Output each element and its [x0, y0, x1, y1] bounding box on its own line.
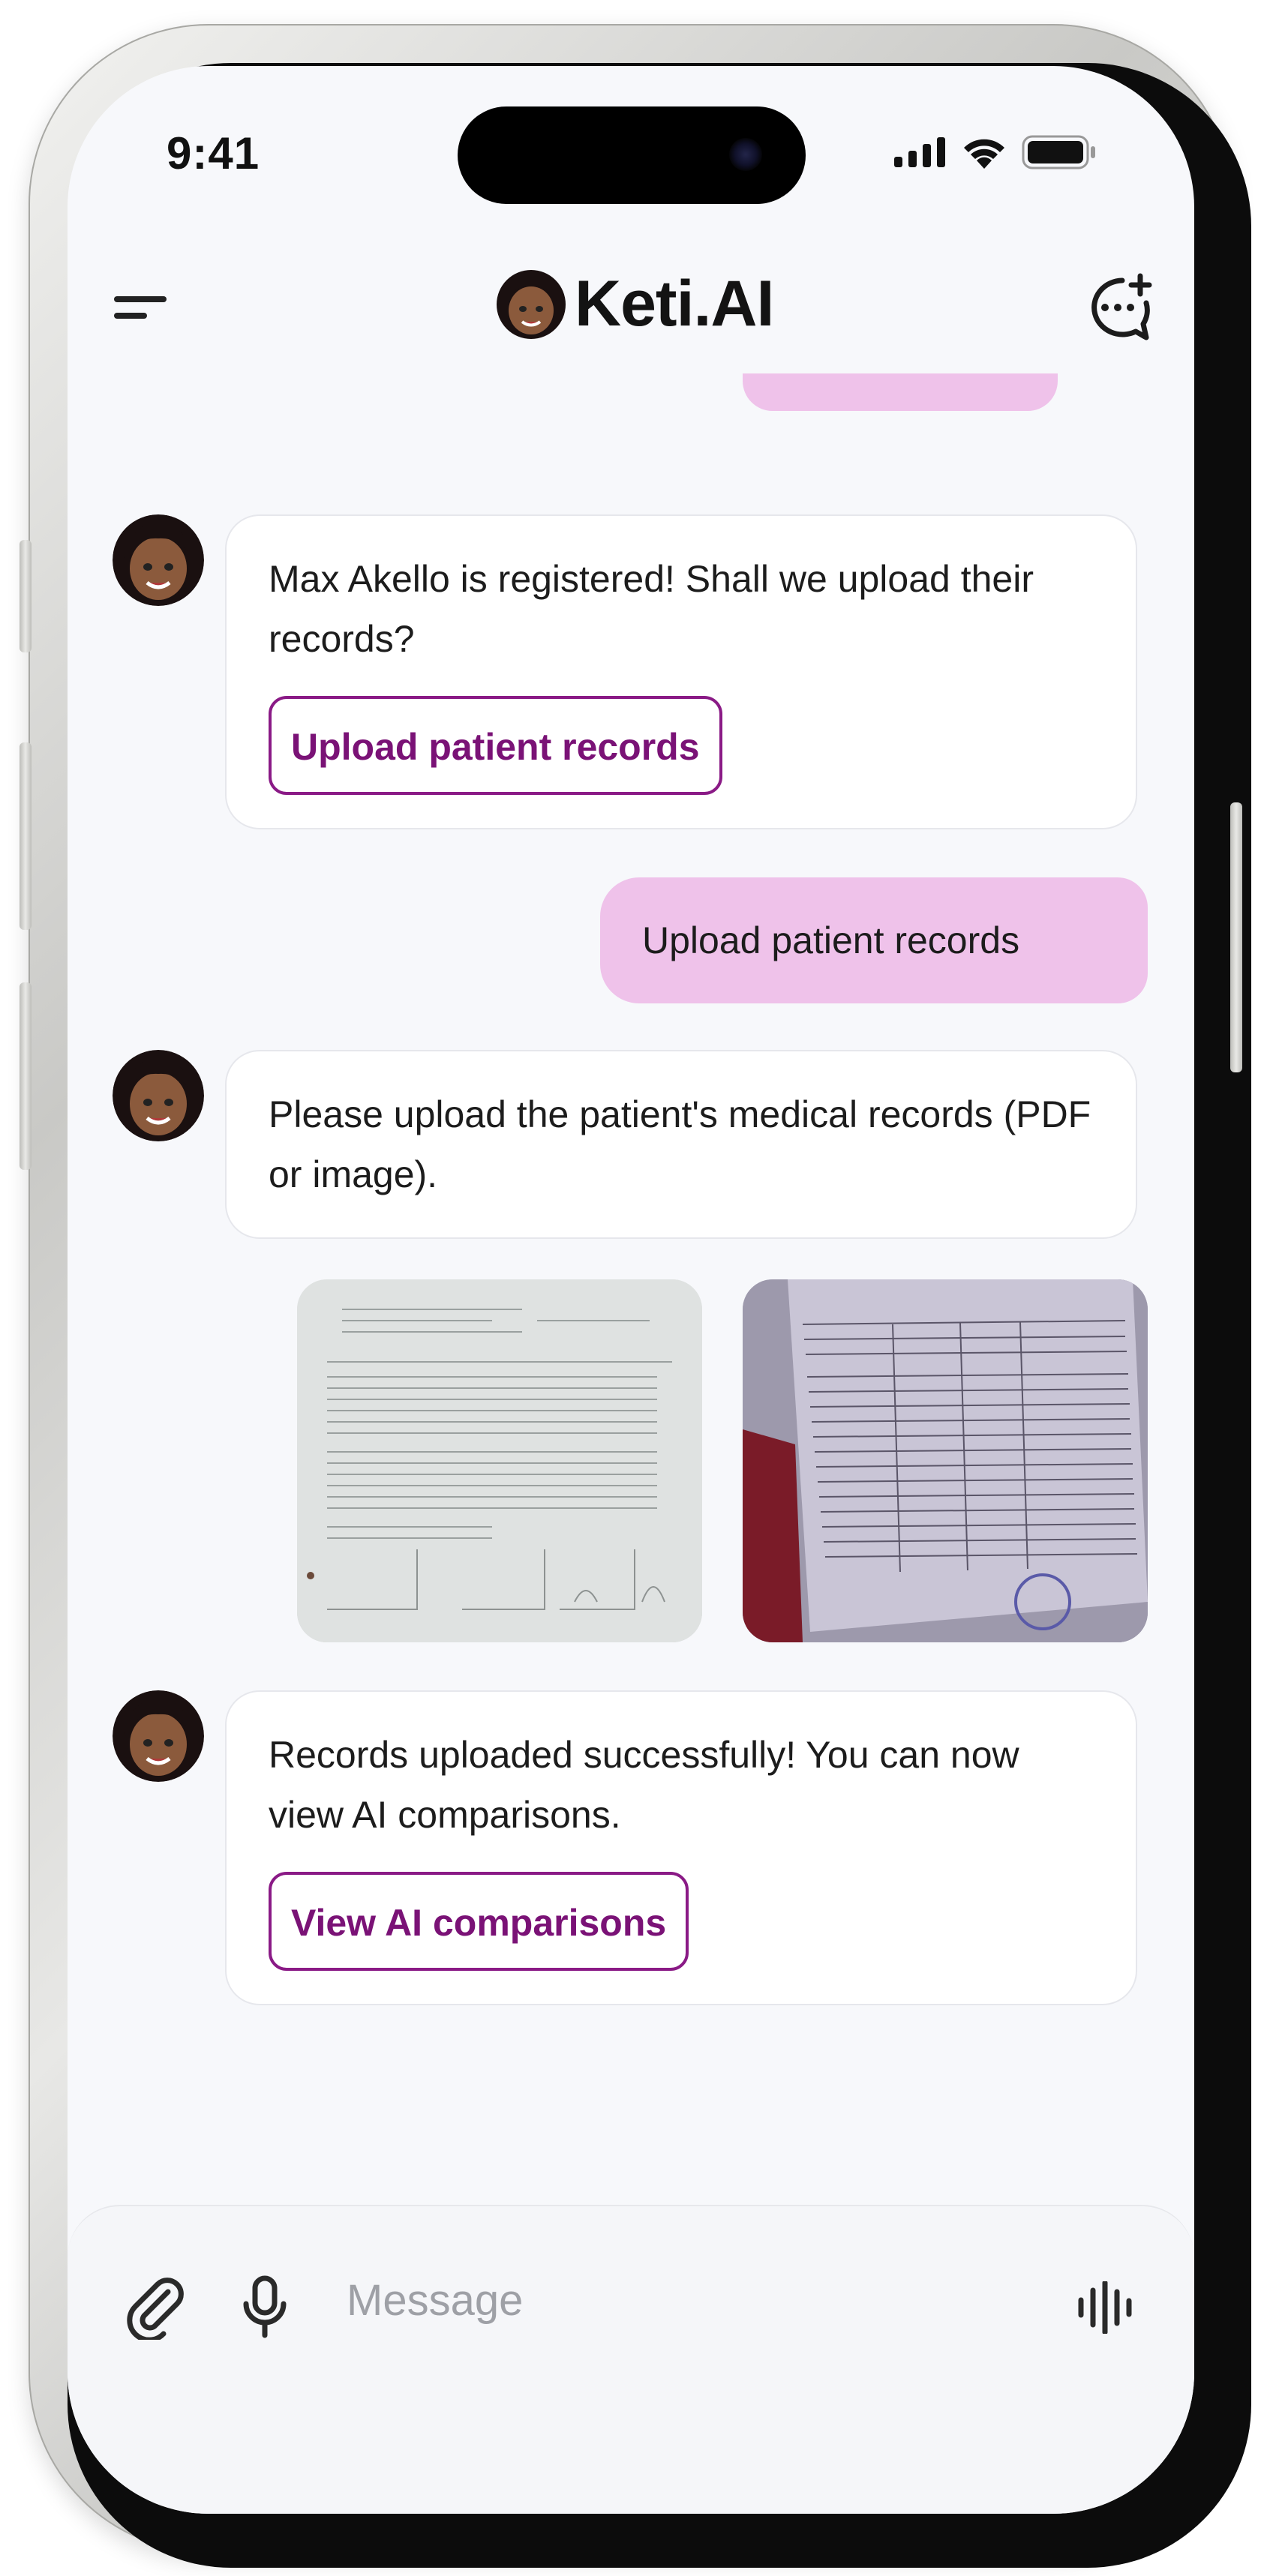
lab-report-photo [743, 1279, 1148, 1642]
user-message: Upload patient records [600, 877, 1148, 1003]
screen: 9:41 Keti.AI Max Akello is registered! S… [68, 66, 1194, 2514]
volume-up-button [20, 742, 32, 930]
avatar [113, 514, 204, 606]
view-ai-comparisons-button[interactable]: View AI comparisons [269, 1872, 689, 1971]
previous-user-message [743, 373, 1058, 411]
voice-waveform-icon[interactable] [1076, 2281, 1136, 2334]
camera-lens [729, 138, 762, 171]
action-button [20, 540, 32, 652]
dynamic-island [458, 106, 806, 204]
keti-avatar-icon [497, 269, 566, 339]
app-title: Keti.AI [575, 268, 774, 340]
microphone-icon[interactable] [239, 2274, 291, 2341]
menu-icon-line [114, 313, 147, 319]
status-icons [894, 135, 1097, 169]
composer: Message [68, 2205, 1194, 2514]
uploaded-record-image[interactable] [743, 1279, 1148, 1642]
message-input[interactable]: Message [347, 2275, 523, 2326]
status-time: 9:41 [167, 128, 260, 178]
power-button [1230, 802, 1242, 1072]
upload-patient-records-button[interactable]: Upload patient records [269, 696, 722, 795]
bot-message: Please upload the patient's medical reco… [225, 1050, 1137, 1239]
wifi-icon [964, 139, 1004, 169]
menu-icon [114, 296, 167, 302]
brand: Keti.AI [495, 267, 774, 341]
volume-down-button [20, 982, 32, 1170]
cellular-signal-icon [894, 137, 945, 167]
bot-message: Records uploaded successfully! You can n… [225, 1690, 1137, 2005]
lab-report-image [297, 1279, 702, 1642]
menu-button[interactable] [114, 277, 174, 337]
new-chat-button[interactable] [1080, 270, 1155, 345]
uploaded-record-image[interactable] [297, 1279, 702, 1642]
bot-message-text: Records uploaded successfully! You can n… [269, 1734, 1019, 1836]
top-bar: Keti.AI [68, 250, 1194, 363]
avatar [113, 1050, 204, 1141]
bot-message-text: Max Akello is registered! Shall we uploa… [269, 558, 1034, 660]
battery-icon [1022, 135, 1095, 169]
paperclip-icon[interactable] [122, 2272, 189, 2340]
avatar [113, 1690, 204, 1782]
new-chat-icon [1091, 273, 1152, 340]
bot-message-text: Please upload the patient's medical reco… [269, 1093, 1091, 1195]
bot-message: Max Akello is registered! Shall we uploa… [225, 514, 1137, 829]
